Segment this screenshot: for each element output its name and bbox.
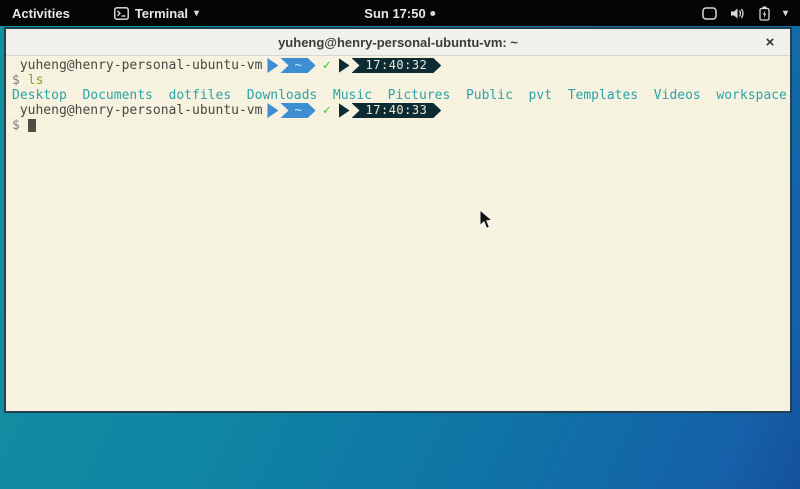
time-segment: 17:40:32 — [352, 58, 442, 73]
title-bar[interactable]: yuheng@henry-personal-ubuntu-vm: ~ × — [6, 29, 790, 56]
close-button[interactable]: × — [758, 29, 782, 56]
top-bar: Activities Terminal ▾ Sun 17:50 — [0, 0, 800, 26]
status-check-icon: ✓ — [323, 103, 331, 118]
path-segment: ~ — [280, 58, 315, 73]
volume-icon — [730, 7, 746, 20]
clock-button[interactable]: Sun 17:50 — [364, 0, 435, 26]
powerline-segments: ~ ✓ 17:40:32 — [267, 58, 441, 73]
activities-button[interactable]: Activities — [0, 0, 82, 26]
prompt-line-1: yuheng@henry-personal-ubuntu-vm ~ ✓ 17:4… — [12, 58, 790, 73]
time-segment: 17:40:33 — [352, 103, 442, 118]
battery-charging-icon — [759, 6, 770, 21]
path-segment: ~ — [280, 103, 315, 118]
window-title: yuheng@henry-personal-ubuntu-vm: ~ — [278, 35, 518, 50]
prompt-line-2: yuheng@henry-personal-ubuntu-vm ~ ✓ 17:4… — [12, 103, 790, 118]
app-menu-terminal[interactable]: Terminal ▾ — [108, 0, 205, 26]
ls-output-line: Desktop Documents dotfiles Downloads Mus… — [12, 88, 790, 103]
chevron-down-icon: ▾ — [783, 8, 788, 19]
input-line[interactable]: $ — [12, 118, 790, 133]
powerline-segments: ~ ✓ 17:40:33 — [267, 103, 441, 118]
prompt-symbol: $ — [12, 118, 20, 133]
user-host-text: yuheng@henry-personal-ubuntu-vm — [12, 103, 262, 118]
app-menu-label: Terminal — [135, 6, 188, 21]
prompt-symbol: $ — [12, 73, 20, 88]
terminal-icon — [114, 7, 129, 20]
command-line: $ ls — [12, 73, 790, 88]
notification-dot — [431, 11, 436, 16]
system-tray[interactable]: ▾ — [698, 0, 792, 26]
powerline-arrow-icon — [339, 58, 350, 73]
clock-label: Sun 17:50 — [364, 6, 425, 21]
terminal-window: yuheng@henry-personal-ubuntu-vm: ~ × yuh… — [4, 27, 792, 413]
text-cursor — [28, 119, 36, 132]
powerline-arrow-icon — [267, 58, 278, 73]
status-check-icon: ✓ — [323, 58, 331, 73]
typed-command: ls — [28, 73, 44, 88]
powerline-arrow-icon — [339, 103, 350, 118]
display-icon — [702, 7, 717, 20]
chevron-down-icon: ▾ — [194, 8, 199, 19]
powerline-arrow-icon — [267, 103, 278, 118]
terminal-content[interactable]: yuheng@henry-personal-ubuntu-vm ~ ✓ 17:4… — [6, 56, 790, 411]
user-host-text: yuheng@henry-personal-ubuntu-vm — [12, 58, 262, 73]
